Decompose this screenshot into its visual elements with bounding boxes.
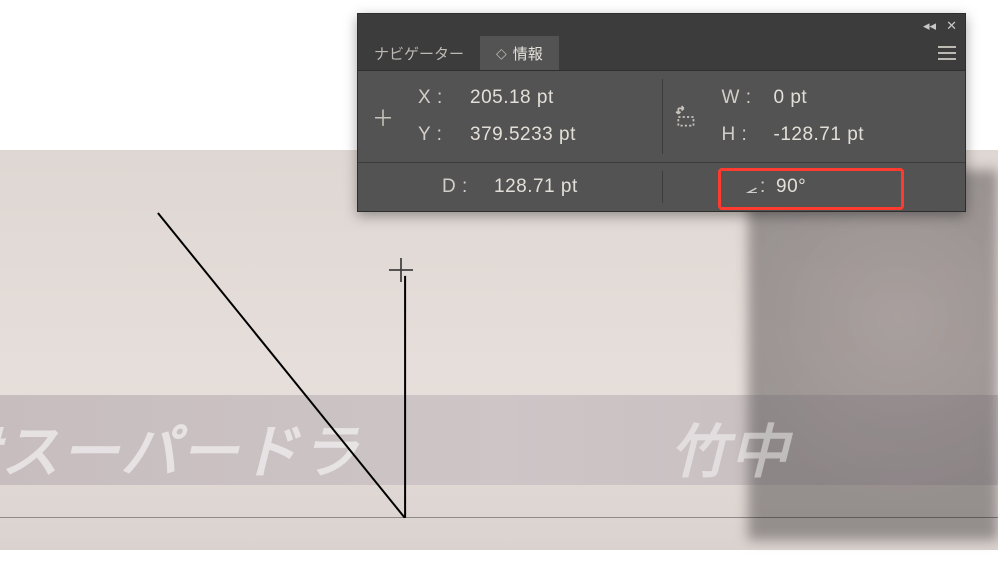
panel-body: ＋ X : 205.18 pt Y : 379.5233 pt: [358, 71, 965, 211]
x-label: X :: [418, 80, 464, 116]
d-label: D :: [442, 169, 488, 205]
angle-value: 90°: [776, 169, 806, 205]
w-value: 0 pt: [774, 80, 808, 116]
h-value: -128.71 pt: [774, 117, 865, 153]
tab-info-label: 情報: [513, 43, 543, 64]
panel-tab-row: ナビゲーター ◇ 情報: [358, 36, 965, 71]
y-label: Y :: [418, 117, 464, 153]
tab-navigator-label: ナビゲーター: [374, 43, 464, 64]
angle-colon: :: [760, 169, 770, 205]
panel-menu-button[interactable]: [929, 36, 965, 70]
hamburger-icon: [938, 52, 956, 54]
pen-cursor-crosshair: [389, 258, 413, 282]
distance-icon-cell: [358, 163, 408, 211]
background-dark-figure: [748, 170, 998, 540]
angle-readout: ⦟ : 90°: [712, 163, 966, 211]
artboard[interactable]: ｻスーパードラ 竹中 ◂◂ ✕ ナビゲーター ◇ 情報 ＋: [0, 0, 998, 563]
transform-icon: [674, 104, 700, 130]
cursor-position-icon: ＋: [358, 71, 408, 163]
panel-titlebar[interactable]: ◂◂ ✕: [358, 14, 965, 36]
wh-readout: W : 0 pt H : -128.71 pt: [712, 71, 966, 163]
collapse-icon[interactable]: ◂◂: [923, 19, 936, 32]
angle-icon-cell: [662, 163, 712, 211]
tab-info[interactable]: ◇ 情報: [480, 36, 559, 70]
angle-icon: ⦟: [746, 168, 759, 206]
info-panel[interactable]: ◂◂ ✕ ナビゲーター ◇ 情報 ＋ X : 205.18 pt: [357, 13, 966, 212]
path-segment-vertical: [404, 276, 406, 518]
close-icon[interactable]: ✕: [946, 19, 957, 32]
xy-readout: X : 205.18 pt Y : 379.5233 pt: [408, 71, 662, 163]
tab-navigator[interactable]: ナビゲーター: [358, 36, 480, 70]
transform-icon-cell: [662, 71, 712, 163]
y-value: 379.5233 pt: [470, 117, 576, 153]
w-label: W :: [722, 80, 768, 116]
link-icon: ◇: [496, 45, 507, 62]
plus-icon: ＋: [372, 101, 394, 133]
bottom-guide-line: [0, 517, 998, 518]
distance-readout: D : 128.71 pt: [408, 163, 662, 211]
d-value: 128.71 pt: [494, 169, 578, 205]
x-value: 205.18 pt: [470, 80, 554, 116]
h-label: H :: [722, 117, 768, 153]
